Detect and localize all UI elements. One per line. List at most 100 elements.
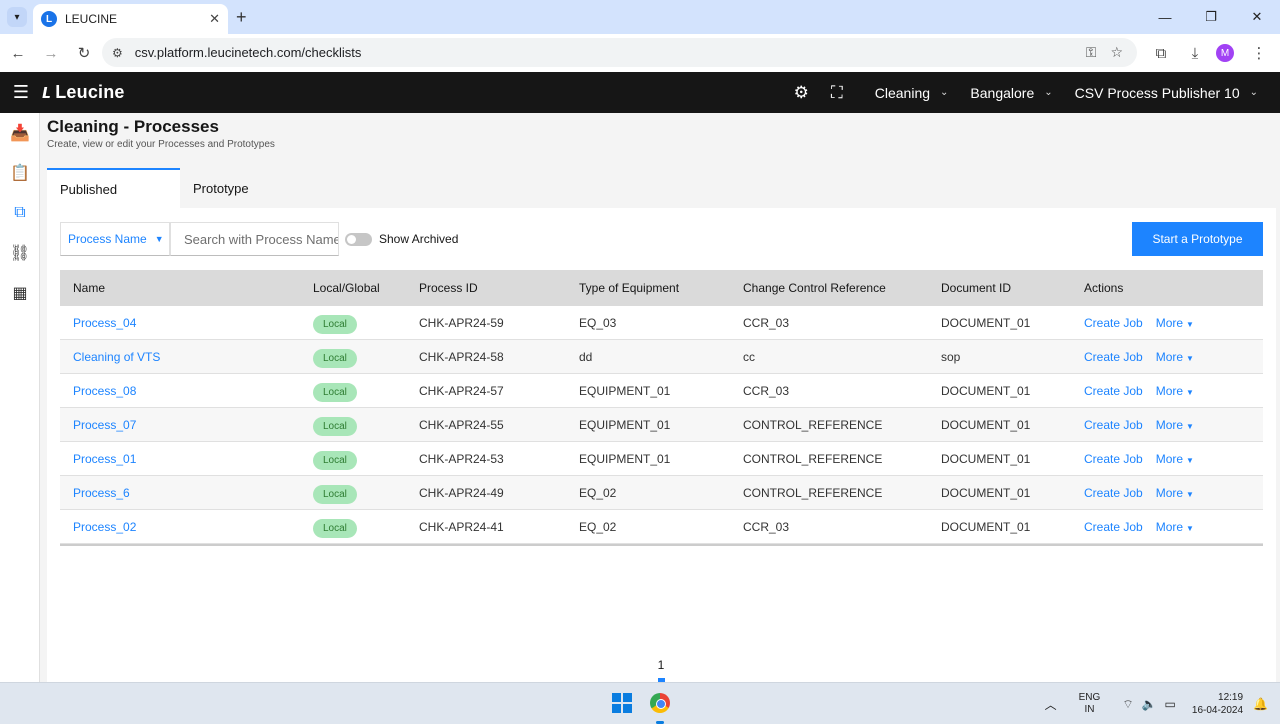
caret-down-icon: ▼: [154, 234, 164, 244]
url-text[interactable]: csv.platform.leucinetech.com/checklists: [135, 45, 1086, 60]
content-panel: Process Name ▼ Show Archived Start a Pro…: [47, 208, 1276, 682]
more-dropdown[interactable]: More ▼: [1156, 350, 1194, 364]
table-row: Cleaning of VTS Local CHK-APR24-58 dd cc…: [60, 340, 1263, 374]
reload-icon[interactable]: ↻: [69, 38, 99, 68]
equipment-type: dd: [579, 349, 593, 364]
back-icon[interactable]: ←: [3, 38, 33, 68]
browser-tab[interactable]: L LEUCINE ✕: [33, 4, 228, 34]
process-id: CHK-APR24-55: [419, 417, 504, 432]
close-window-icon[interactable]: ✕: [1234, 0, 1280, 34]
qr-scan-icon[interactable]: ⛶: [831, 83, 843, 103]
window-controls: — ❐ ✕: [1142, 0, 1280, 34]
show-archived-toggle[interactable]: [345, 233, 372, 246]
create-job-link[interactable]: Create Job: [1084, 486, 1143, 500]
process-name-link[interactable]: Process_01: [60, 452, 313, 466]
volume-icon[interactable]: 🔈: [1142, 697, 1157, 711]
new-tab-icon[interactable]: +: [236, 7, 247, 27]
col-change-control: Change Control Reference: [743, 281, 886, 295]
caret-down-icon: ▼: [1186, 387, 1194, 397]
process-name-link[interactable]: Process_07: [60, 418, 313, 432]
show-hidden-icons-icon[interactable]: ︿: [1045, 696, 1057, 713]
col-actions: Actions: [1084, 281, 1124, 295]
table-row: Process_04 Local CHK-APR24-59 EQ_03 CCR_…: [60, 306, 1263, 340]
more-dropdown[interactable]: More ▼: [1156, 486, 1194, 500]
more-dropdown[interactable]: More ▼: [1156, 520, 1194, 534]
pagination-page[interactable]: 1: [655, 658, 667, 672]
leucine-favicon-icon: L: [41, 11, 57, 27]
create-job-link[interactable]: Create Job: [1084, 452, 1143, 466]
forward-icon[interactable]: →: [36, 38, 66, 68]
more-label: More: [1155, 519, 1184, 534]
document-id: DOCUMENT_01: [941, 519, 1031, 534]
sidebar-checklist-icon[interactable]: 📋: [0, 153, 40, 193]
windows-start-icon[interactable]: [612, 693, 632, 713]
more-dropdown[interactable]: More ▼: [1156, 316, 1194, 330]
tab-published[interactable]: Published: [47, 168, 180, 208]
table-row: Process_07 Local CHK-APR24-55 EQUIPMENT_…: [60, 408, 1263, 442]
equipment-type: EQ_02: [579, 485, 617, 500]
password-key-icon[interactable]: ⚿: [1086, 44, 1097, 61]
process-name-link[interactable]: Process_08: [60, 384, 313, 398]
start-prototype-button[interactable]: Start a Prototype: [1132, 222, 1263, 256]
minimize-icon[interactable]: —: [1142, 0, 1188, 34]
user-label: CSV Process Publisher 10: [1074, 84, 1240, 101]
process-name-link[interactable]: Process_04: [60, 316, 313, 330]
language-indicator[interactable]: ENG IN: [1079, 692, 1101, 716]
create-job-link[interactable]: Create Job: [1084, 418, 1143, 432]
col-process-id: Process ID: [419, 281, 478, 295]
location-dropdown[interactable]: Bangalore ⌄: [970, 85, 1052, 101]
process-name-link[interactable]: Process_02: [60, 520, 313, 534]
user-dropdown[interactable]: CSV Process Publisher 10 ⌄: [1075, 85, 1258, 101]
settings-gear-icon[interactable]: ⚙: [794, 83, 809, 103]
more-dropdown[interactable]: More ▼: [1156, 384, 1194, 398]
document-id: DOCUMENT_01: [941, 417, 1031, 432]
process-name-link[interactable]: Cleaning of VTS: [60, 350, 313, 364]
header-actions: ⚙ ⛶ Cleaning ⌄ Bangalore ⌄ CSV Process P…: [794, 72, 1270, 113]
browser-menu-icon[interactable]: ⋮: [1244, 38, 1274, 68]
more-label: More: [1155, 451, 1184, 466]
wifi-icon[interactable]: ⌔: [1122, 697, 1133, 712]
system-tray: ︿ ENG IN ⌔ 🔈 ▭ 12:19 16-04-2024 🔔: [1031, 683, 1268, 724]
chrome-app-icon[interactable]: [650, 693, 670, 713]
sidebar-processes-icon[interactable]: ⧉: [0, 193, 40, 233]
more-dropdown[interactable]: More ▼: [1156, 418, 1194, 432]
sidebar-reports-icon[interactable]: ▦: [0, 273, 40, 313]
more-dropdown[interactable]: More ▼: [1156, 452, 1194, 466]
process-name-link[interactable]: Process_6: [60, 486, 313, 500]
hamburger-menu-icon[interactable]: ☰: [0, 82, 42, 103]
caret-down-icon: ▼: [1186, 319, 1194, 329]
document-id: sop: [941, 349, 961, 364]
tab-search-icon[interactable]: ▾: [7, 7, 27, 27]
browser-tab-strip: ▾ L LEUCINE ✕ + — ❐ ✕: [0, 0, 1280, 34]
sidebar-ontology-icon[interactable]: ⛓: [0, 233, 40, 273]
site-info-icon[interactable]: ⚙: [112, 46, 123, 60]
search-input[interactable]: [170, 222, 339, 256]
scope-badge: Local: [313, 383, 357, 402]
change-control-ref: CCR_03: [743, 315, 790, 330]
profile-avatar[interactable]: M: [1216, 44, 1234, 62]
tab-prototype[interactable]: Prototype: [180, 168, 313, 208]
create-job-link[interactable]: Create Job: [1084, 350, 1143, 364]
app-header: ☰ ʟ Leucine ⚙ ⛶ Cleaning ⌄ Bangalore ⌄ C…: [0, 72, 1280, 113]
facility-dropdown[interactable]: Cleaning ⌄: [875, 85, 949, 101]
restore-icon[interactable]: ❐: [1188, 0, 1234, 34]
sidebar-inbox-icon[interactable]: 📥: [0, 113, 40, 153]
clock[interactable]: 12:19 16-04-2024: [1192, 691, 1243, 717]
download-icon[interactable]: ⤓: [1180, 38, 1210, 68]
table-row: Process_6 Local CHK-APR24-49 EQ_02 CONTR…: [60, 476, 1263, 510]
scope-badge: Local: [313, 485, 357, 504]
extensions-icon[interactable]: ⧉: [1146, 38, 1176, 68]
filter-field-select[interactable]: Process Name ▼: [60, 222, 170, 256]
close-tab-icon[interactable]: ✕: [209, 11, 220, 27]
notification-bell-icon[interactable]: 🔔: [1253, 697, 1268, 711]
battery-icon[interactable]: ▭: [1165, 697, 1176, 711]
create-job-link[interactable]: Create Job: [1084, 384, 1143, 398]
create-job-link[interactable]: Create Job: [1084, 316, 1143, 330]
brand-logo[interactable]: ʟ Leucine: [42, 81, 125, 104]
tab-title: LEUCINE: [65, 12, 118, 26]
table-row: Process_02 Local CHK-APR24-41 EQ_02 CCR_…: [60, 510, 1263, 544]
create-job-link[interactable]: Create Job: [1084, 520, 1143, 534]
scope-badge: Local: [313, 451, 357, 470]
address-bar[interactable]: ⚙ csv.platform.leucinetech.com/checklist…: [102, 38, 1137, 67]
bookmark-star-icon[interactable]: ☆: [1110, 44, 1123, 61]
